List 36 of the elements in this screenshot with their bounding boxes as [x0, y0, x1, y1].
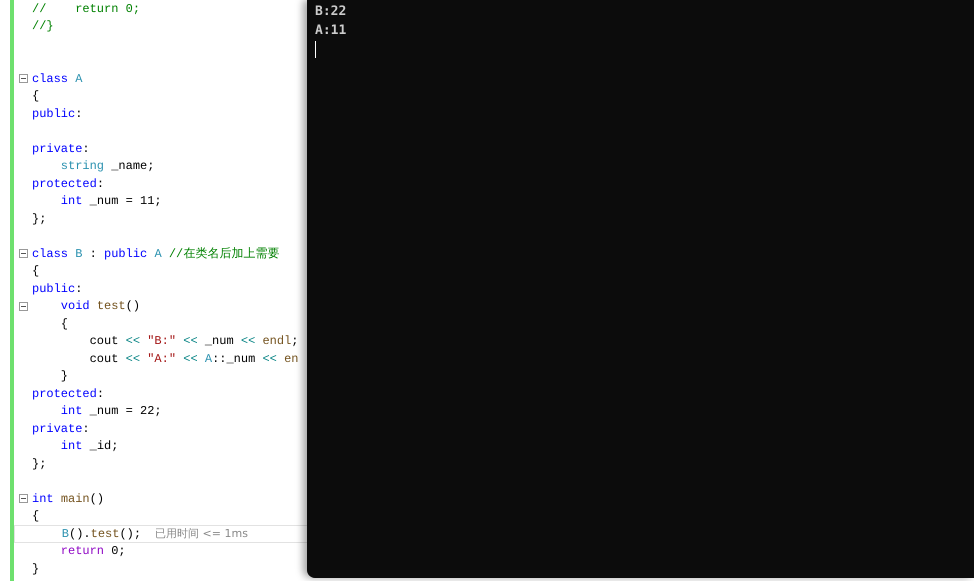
code-line: int _num = 11;	[60, 194, 162, 208]
code-line: {	[60, 316, 68, 331]
code-line: B().test();	[60, 526, 142, 541]
code-line: {	[32, 89, 40, 104]
code-line: public:	[32, 106, 82, 121]
code-line: int main()	[32, 492, 104, 506]
code-line: // return 0;	[32, 2, 140, 16]
code-line: cout << "A:" << A::_num << en	[88, 352, 298, 366]
code-line: {	[32, 264, 40, 278]
code-line: int _num = 22;	[60, 404, 162, 418]
code-line: void test()	[60, 299, 140, 314]
collapse-icon[interactable]	[18, 494, 28, 504]
code-line: int _id;	[60, 439, 118, 454]
code-line: cout << "B:" << _num << endl;	[88, 334, 298, 348]
code-line: return 0;	[60, 544, 126, 558]
code-line: }	[32, 562, 40, 576]
collapse-icon[interactable]	[18, 249, 28, 258]
code-line: private:	[32, 422, 90, 436]
code-line: };	[32, 212, 46, 226]
code-line: //}	[32, 19, 54, 34]
code-line: protected:	[32, 176, 104, 191]
elapsed-time-hint: 已用时间 <= 1ms	[155, 526, 248, 542]
code-line: }	[60, 369, 68, 384]
code-line: };	[32, 456, 46, 471]
code-line: class A	[32, 72, 82, 86]
collapse-icon[interactable]	[18, 302, 28, 311]
code-line: protected:	[32, 386, 104, 401]
code-line: public:	[32, 282, 82, 296]
code-line: class B : public A //在类名后加上需要	[32, 246, 280, 262]
text-cursor	[315, 41, 316, 58]
code-line: private:	[32, 142, 90, 156]
console-output: A:11	[315, 22, 346, 40]
collapse-icon[interactable]	[18, 74, 28, 84]
code-line: string _name;	[60, 159, 154, 174]
code-line: {	[32, 509, 40, 524]
console-output: B:22	[315, 3, 346, 21]
